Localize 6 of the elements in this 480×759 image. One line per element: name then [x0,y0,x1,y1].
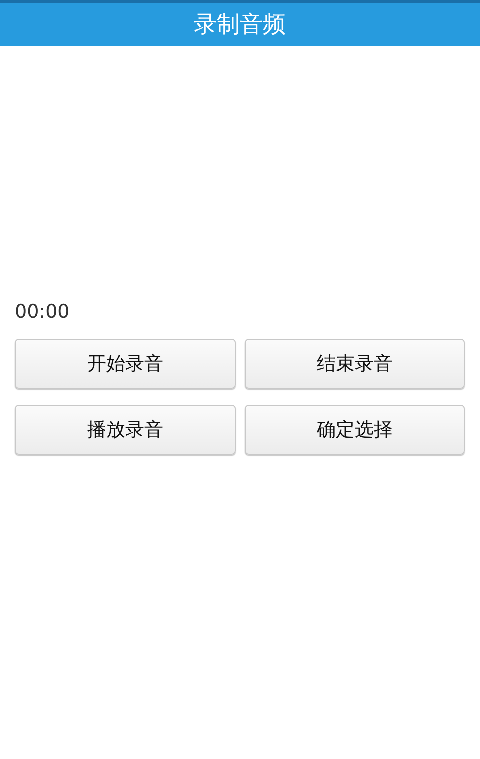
timer-text: 00:00 [15,300,71,325]
action-button[interactable]: 播放录音 [15,405,236,455]
action-button[interactable]: 开始录音 [15,339,236,389]
action-button[interactable]: 结束录音 [244,339,465,389]
action-button[interactable]: 确定选择 [244,405,465,455]
title-text: 录制音频 [194,11,286,40]
